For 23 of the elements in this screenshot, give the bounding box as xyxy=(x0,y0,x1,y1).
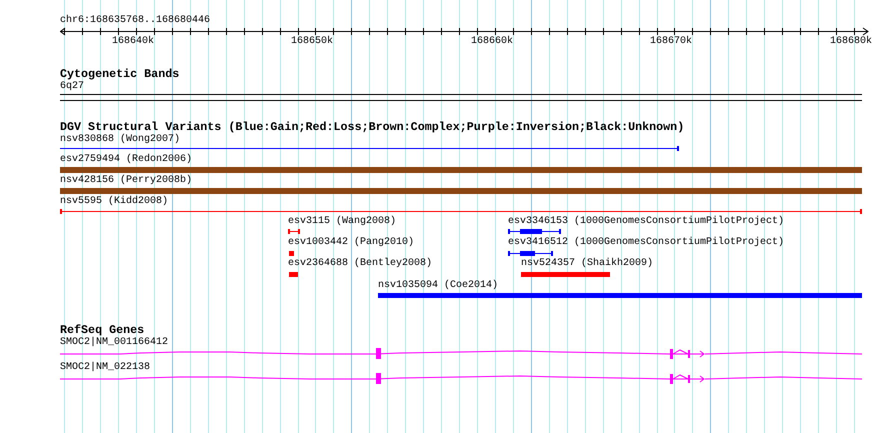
track-title: RefSeq Genes xyxy=(60,324,144,337)
band-label: 6q27 xyxy=(60,81,86,93)
tick-label: 168670k xyxy=(650,36,692,48)
range-label: chr6:168635768..168680446 xyxy=(60,14,212,27)
tick-label: 168660k xyxy=(471,36,514,48)
gene-label: SMOC2|NM_001166412 xyxy=(60,337,170,348)
variant-label: nsv5595 (Kidd2008) xyxy=(60,196,168,208)
gene-label: SMOC2|NM_022138 xyxy=(60,362,152,373)
variant-label: esv3346153 (1000GenomesConsortiumPilotProject) xyxy=(508,216,784,228)
tick-label: 168650k xyxy=(291,36,334,48)
variant-label: esv1003442 (Pang2010) xyxy=(288,237,414,249)
track-title: Cytogenetic Bands xyxy=(60,68,180,81)
variant-label: nsv1035094 (Coe2014) xyxy=(378,280,498,292)
track-title: DGV Structural Variants (Blue:Gain;Red:Loss;Brown:Complex;Purple:Inversion;Black:Unknown) xyxy=(60,121,686,134)
variant-label: esv2364688 (Bentley2008) xyxy=(288,258,432,270)
tick-label: 168680k xyxy=(830,36,872,48)
tick-label: 168640k xyxy=(112,36,154,48)
variant-label: esv2759494 (Redon2006) xyxy=(60,154,192,166)
variant-label: nsv830868 (Wong2007) xyxy=(60,134,180,146)
variant-label: nsv524357 (Shaikh2009) xyxy=(521,258,654,270)
variant-label: esv3115 (Wang2008) xyxy=(288,216,396,228)
variant-label: esv3416512 (1000GenomesConsortiumPilotProject) xyxy=(508,237,784,249)
variant-label: nsv428156 (Perry2008b) xyxy=(60,175,192,187)
